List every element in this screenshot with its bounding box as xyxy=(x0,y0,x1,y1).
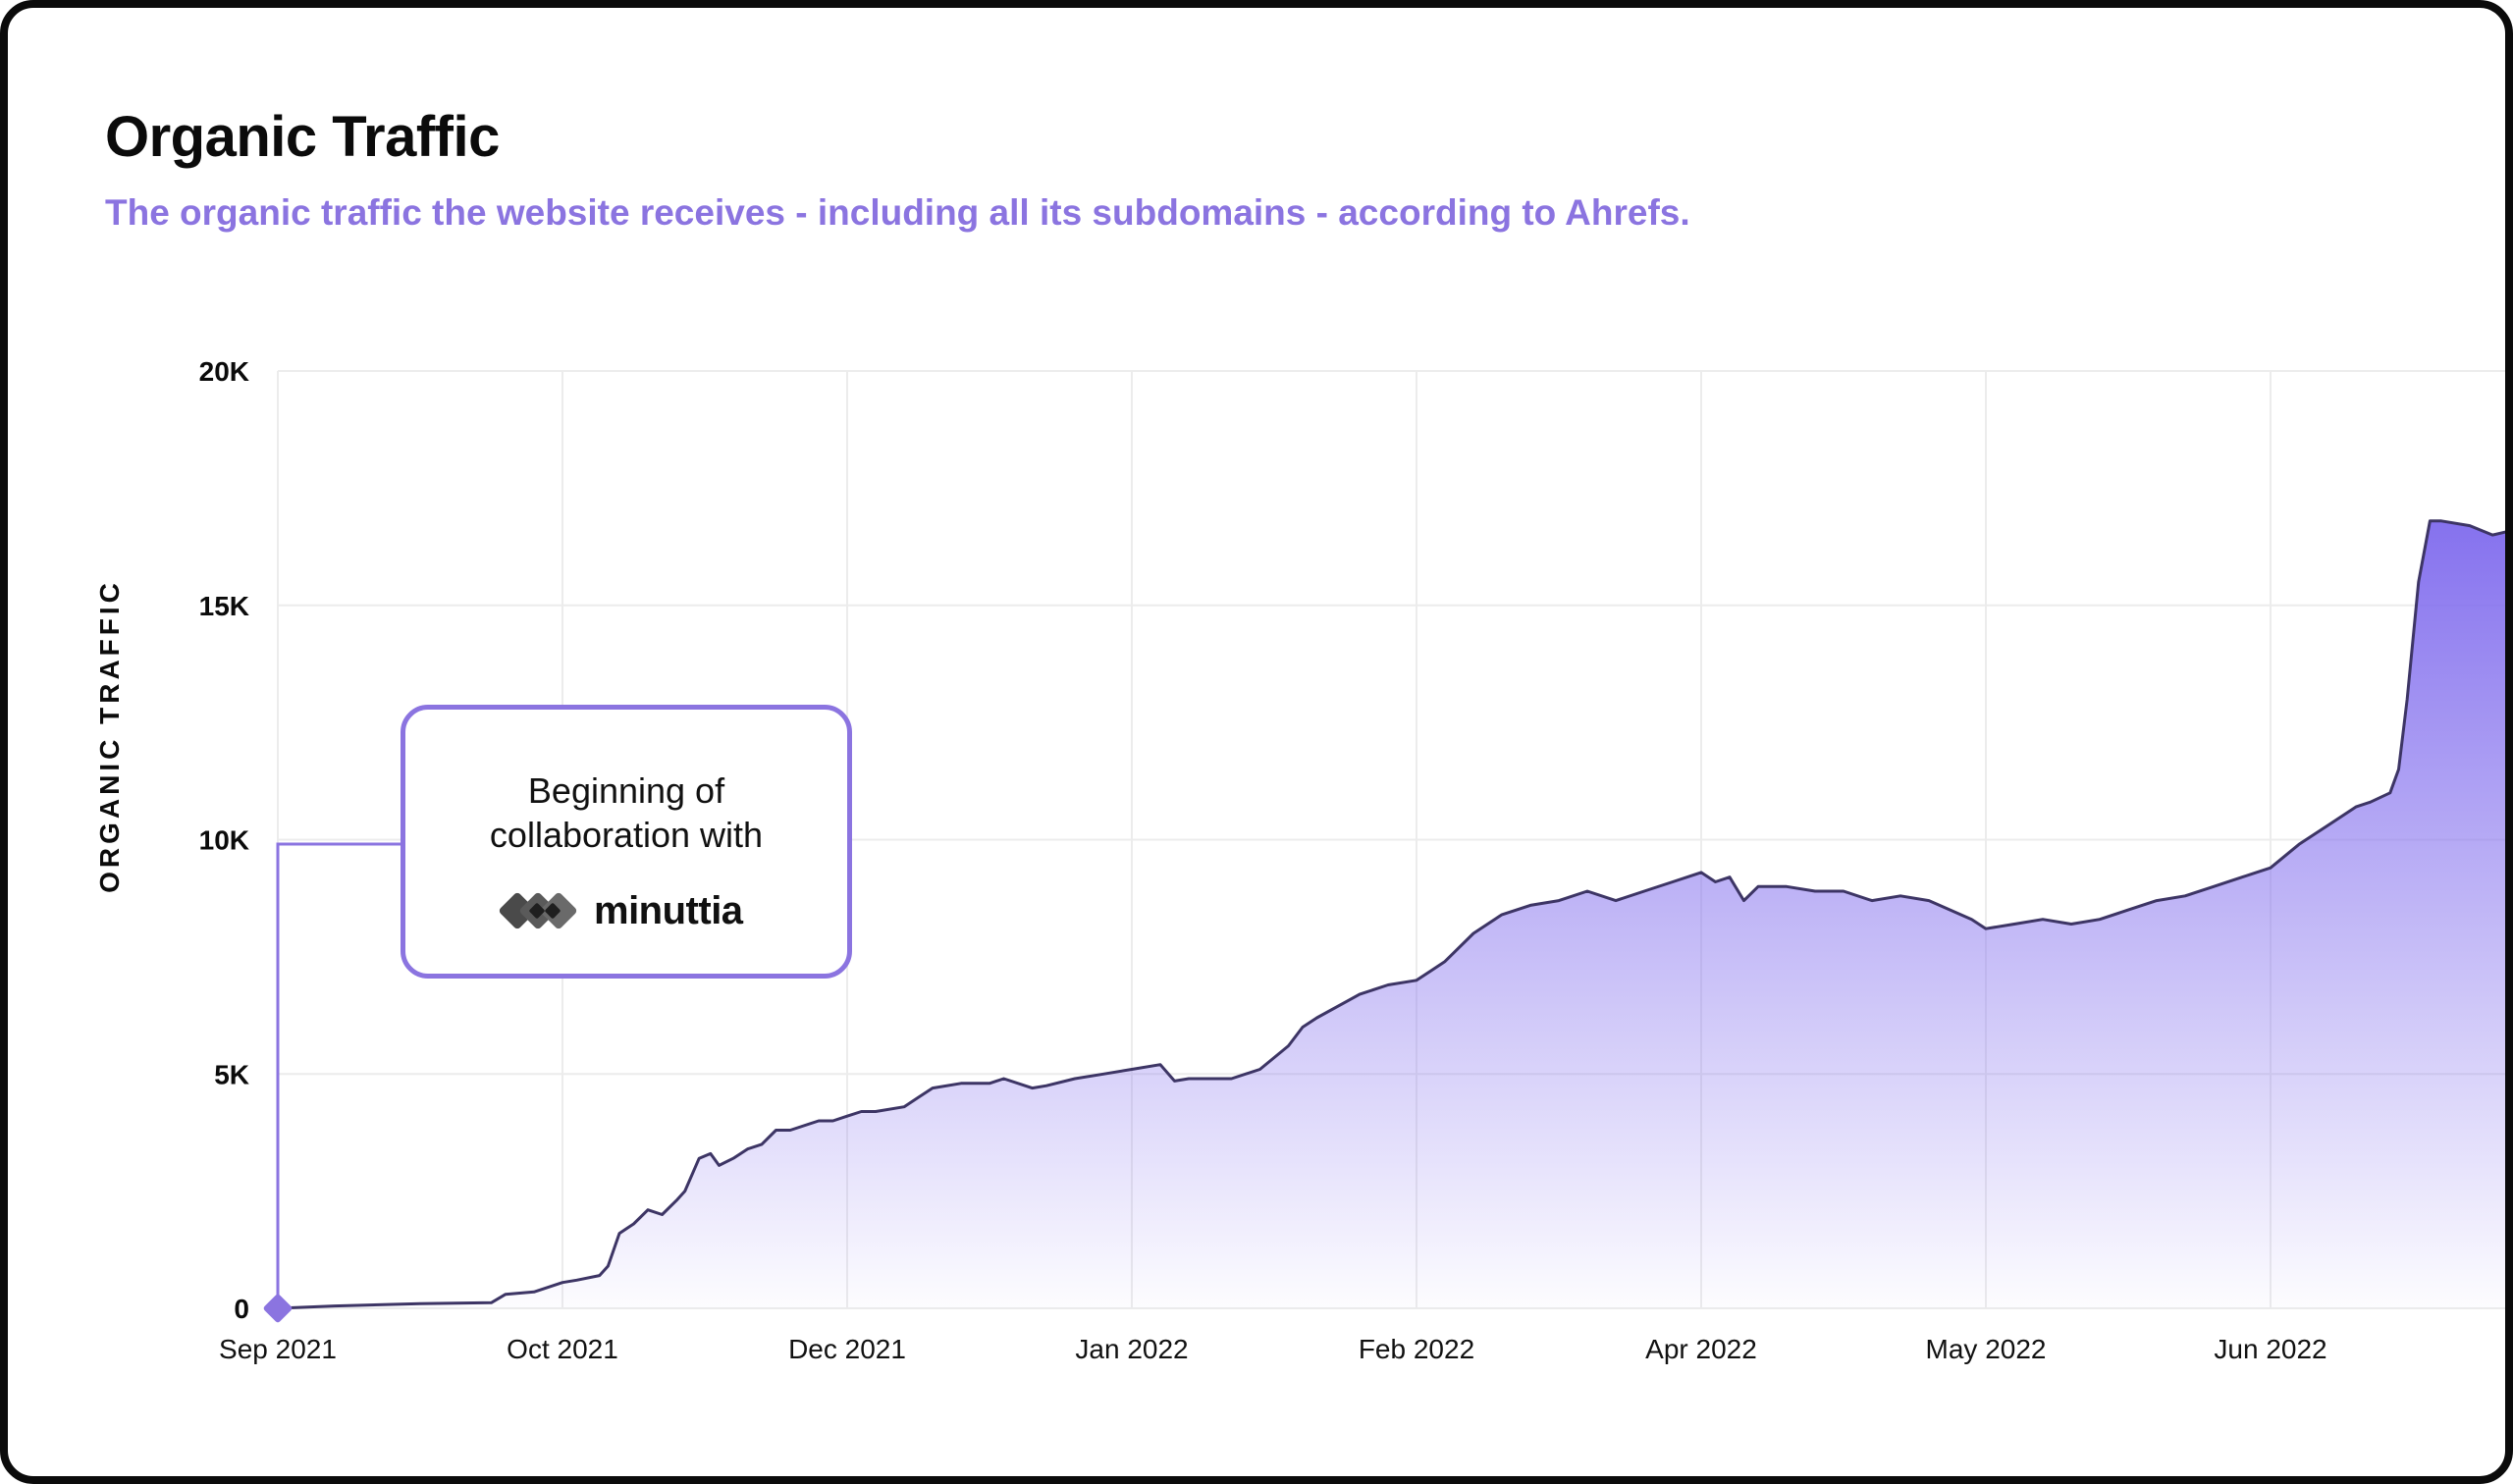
annotation-leader-line xyxy=(276,842,401,1308)
x-tick-label: Apr 2022 xyxy=(1645,1334,1757,1364)
x-axis: Sep 2021 Oct 2021 Dec 2021 Jan 2022 Feb 2022… xyxy=(219,1334,2327,1364)
collaboration-callout: Beginning of collaboration with minuttia xyxy=(401,705,852,979)
y-tick-label: 20K xyxy=(199,356,249,387)
organic-traffic-chart: 0 5K 10K 15K 20K Sep 2021 Oct 2021 Dec 2021 Jan… xyxy=(94,356,2505,1364)
y-tick-label: 0 xyxy=(234,1294,249,1324)
x-tick-label: Oct 2021 xyxy=(507,1334,618,1364)
y-axis-title: ORGANIC TRAFFIC xyxy=(94,579,125,893)
y-tick-label: 15K xyxy=(199,591,249,621)
callout-line-2: collaboration with xyxy=(489,815,764,855)
y-axis: 0 5K 10K 15K 20K xyxy=(199,356,249,1324)
y-tick-label: 10K xyxy=(199,825,249,856)
annotation-marker xyxy=(263,1294,293,1323)
x-tick-label: Dec 2021 xyxy=(788,1334,906,1364)
minuttia-logo-icon xyxy=(499,892,577,929)
brand-logo: minuttia xyxy=(496,886,743,935)
brand-name: minuttia xyxy=(594,888,743,932)
x-tick-label: May 2022 xyxy=(1926,1334,2047,1364)
x-tick-label: Feb 2022 xyxy=(1359,1334,1474,1364)
x-tick-label: Sep 2021 xyxy=(219,1334,337,1364)
x-tick-label: Jan 2022 xyxy=(1075,1334,1188,1364)
y-tick-label: 5K xyxy=(214,1059,249,1089)
x-tick-label: Jun 2022 xyxy=(2214,1334,2326,1364)
callout-text: Beginning of collaboration with xyxy=(405,768,847,857)
callout-line-1: Beginning of xyxy=(527,770,725,811)
